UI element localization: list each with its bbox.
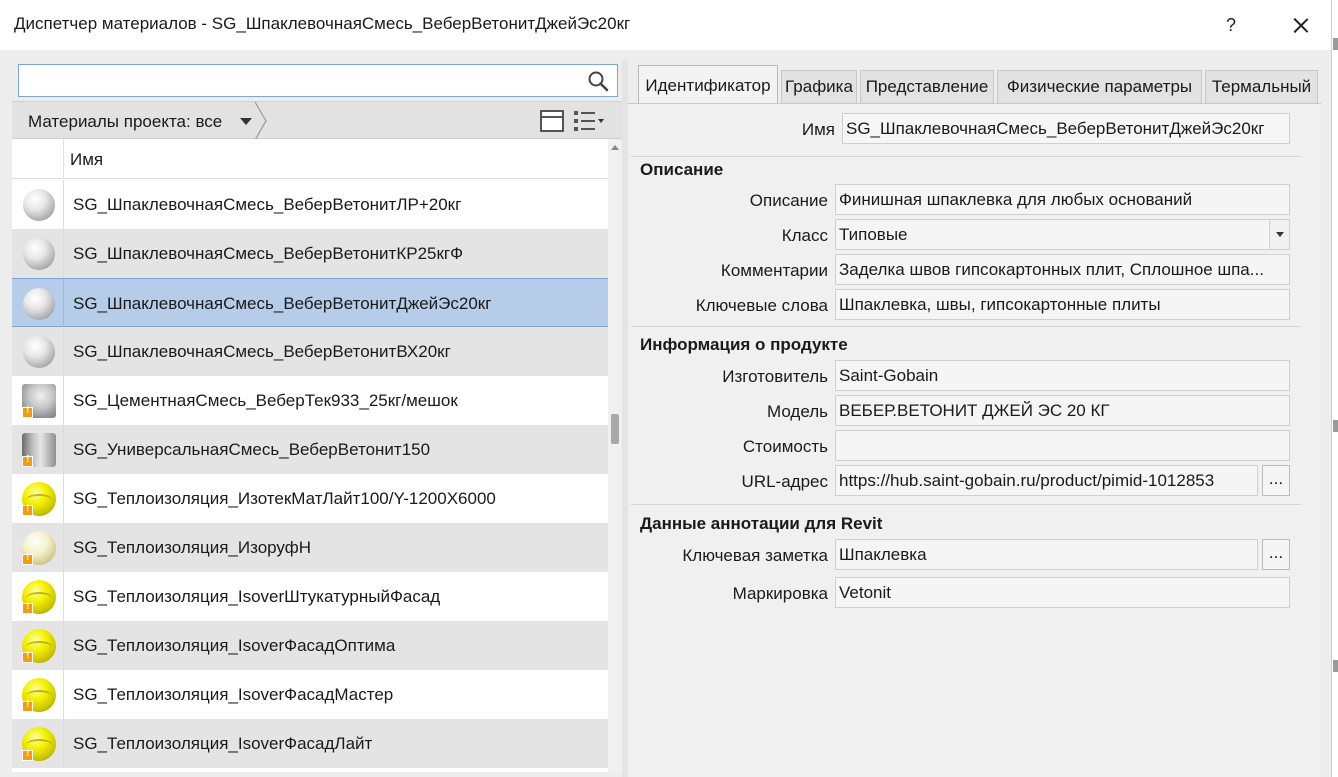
cost-label: Стоимость — [742, 437, 828, 456]
material-thumbnail-icon — [23, 288, 55, 320]
material-row[interactable]: SG_Теплоизоляция_IsoverФасадЛайт — [12, 719, 608, 768]
class-label: Класс — [781, 226, 828, 245]
material-row[interactable]: SG_ШпаклевочнаяСмесь_ВеберВетонитДжейЭс2… — [12, 278, 608, 328]
material-row[interactable]: SG_Теплоизоляция_ИзоруфН — [12, 523, 608, 572]
material-name: SG_ШпаклевочнаяСмесь_ВеберВетонитВХ20кг — [73, 342, 451, 361]
chevron-down-icon[interactable] — [1269, 220, 1289, 249]
model-field[interactable]: ВЕБЕР.ВЕТОНИТ ДЖЕЙ ЭС 20 КГ — [835, 395, 1290, 426]
material-row[interactable]: SG_ШпаклевочнаяСмесь_ВеберВетонитКР25кгФ — [12, 229, 608, 278]
model-label: Модель — [766, 402, 828, 421]
help-button[interactable]: ? — [1218, 8, 1244, 42]
search-icon[interactable] — [587, 70, 609, 92]
manufacturer-field[interactable]: Saint-Gobain — [835, 360, 1290, 391]
material-name: SG_ЦементнаяСмесь_ВеберТек933_25кг/мешок — [73, 391, 458, 410]
material-name: SG_Теплоизоляция_ИзоруфН — [73, 538, 311, 557]
material-row[interactable]: SG_Теплоизоляция_IsoverФасадОптима — [12, 621, 608, 670]
material-row[interactable]: SG_Теплоизоляция_ИзотекМатЛайт100/Y-1200… — [12, 474, 608, 523]
comments-label: Комментарии — [720, 261, 828, 280]
comments-field[interactable]: Заделка швов гипсокартонных плит, Сплошн… — [835, 254, 1290, 285]
material-name: SG_Теплоизоляция_IsoverФасадОптима — [73, 636, 396, 655]
list-view-icon[interactable] — [574, 110, 604, 132]
tab-physical[interactable]: Физические параметры — [997, 70, 1202, 104]
name-field[interactable]: SG_ШпаклевочнаяСмесь_ВеберВетонитДжейЭс2… — [842, 113, 1290, 144]
window-title: Диспетчер материалов - SG_ШпаклевочнаяСм… — [14, 14, 631, 33]
edge-marker — [1333, 660, 1338, 672]
description-label: Описание — [749, 191, 828, 210]
url-label: URL-адрес — [741, 472, 828, 491]
keynote-label: Ключевая заметка — [682, 546, 828, 565]
list-header: Имя — [12, 139, 608, 179]
material-name: SG_ШпаклевочнаяСмесь_ВеберВетонитЛР+20кг — [73, 195, 462, 214]
url-field[interactable]: https://hub.saint-gobain.ru/product/pimi… — [835, 465, 1258, 496]
mark-field[interactable]: Vetonit — [835, 577, 1290, 608]
name-column-header[interactable]: Имя — [70, 150, 103, 170]
title-bar: Диспетчер материалов - SG_ШпаклевочнаяСм… — [0, 0, 1338, 50]
section-divider — [631, 156, 1301, 157]
vertical-scrollbar[interactable] — [608, 139, 622, 772]
edge-marker — [1333, 420, 1338, 432]
filter-bar: Материалы проекта: все — [12, 101, 622, 140]
material-name: SG_ШпаклевочнаяСмесь_ВеберВетонитКР25кгФ — [73, 244, 464, 263]
material-row[interactable]: SG_УниверсальнаяСмесь_ВеберВетонит150 — [12, 425, 608, 474]
material-properties: Идентификатор Графика Представление Физи… — [628, 60, 1321, 777]
name-label: Имя — [801, 120, 835, 139]
warning-icon — [22, 601, 33, 614]
filter-dropdown-icon[interactable] — [240, 118, 252, 125]
tab-thermal[interactable]: Термальный — [1205, 70, 1318, 104]
section-divider — [631, 326, 1301, 327]
manufacturer-label: Изготовитель — [722, 367, 828, 386]
material-row[interactable]: SG_ШпаклевочнаяСмесь_ВеберВетонитВХ20кг — [12, 327, 608, 376]
keynote-field[interactable]: Шпаклевка — [835, 539, 1258, 570]
materials-browser: Материалы проекта: все Имя SG_Шпаклевочн… — [12, 60, 622, 777]
class-value: Типовые — [839, 225, 908, 244]
warning-icon — [22, 748, 33, 761]
keynote-browse-button[interactable]: ... — [1262, 539, 1290, 570]
warning-icon — [22, 454, 33, 467]
warning-icon — [22, 503, 33, 516]
search-input[interactable] — [23, 67, 583, 94]
material-name: SG_Теплоизоляция_IsoverФасадМастер — [73, 685, 394, 704]
warning-icon — [22, 650, 33, 663]
mark-label: Маркировка — [732, 584, 828, 603]
url-browse-button[interactable]: ... — [1262, 465, 1290, 496]
keywords-label: Ключевые слова — [695, 296, 828, 315]
material-row[interactable]: SG_ШпаклевочнаяСмесь_ВеберВетонитЛР+20кг — [12, 180, 608, 229]
search-box — [18, 64, 618, 97]
material-name: SG_Теплоизоляция_ИзотекМатЛайт100/Y-1200… — [73, 489, 496, 508]
keywords-field[interactable]: Шпаклевка, швы, гипсокартонные плиты — [835, 289, 1290, 320]
product-section-title: Информация о продукте — [640, 335, 848, 354]
material-thumbnail-icon — [23, 189, 55, 221]
material-thumbnail-icon — [23, 336, 55, 368]
panel-toggle-icon[interactable] — [540, 110, 564, 132]
background-window-edge — [1331, 0, 1338, 777]
scrollbar-thumb[interactable] — [611, 414, 619, 444]
material-row[interactable]: SG_Теплоизоляция_IsoverФасадМастер — [12, 670, 608, 719]
breadcrumb-chevron-icon[interactable] — [254, 102, 268, 140]
material-row[interactable]: SG_Теплоизоляция_IsoverШтукатурныйФасад — [12, 572, 608, 621]
revit-section-title: Данные аннотации для Revit — [640, 514, 883, 533]
warning-icon — [22, 405, 33, 418]
close-icon[interactable] — [1283, 8, 1319, 42]
project-materials-filter[interactable]: Материалы проекта: все — [28, 112, 222, 132]
description-field[interactable]: Финишная шпаклевка для любых оснований — [835, 184, 1290, 215]
edge-marker — [1333, 38, 1338, 50]
warning-icon — [22, 699, 33, 712]
material-thumbnail-icon — [23, 238, 55, 270]
tab-graphics[interactable]: Графика — [781, 70, 857, 104]
material-row[interactable]: SG_ЦементнаяСмесь_ВеберТек933_25кг/мешок — [12, 376, 608, 425]
tab-identity[interactable]: Идентификатор — [638, 65, 778, 105]
section-divider — [631, 504, 1301, 505]
identity-tab-content: Имя SG_ШпаклевочнаяСмесь_ВеберВетонитДже… — [628, 103, 1321, 777]
scroll-up-icon[interactable] — [611, 145, 619, 150]
material-name: SG_УниверсальнаяСмесь_ВеберВетонит150 — [73, 440, 431, 459]
warning-icon — [22, 552, 33, 565]
tab-appearance[interactable]: Представление — [860, 70, 994, 104]
materials-list: Имя SG_ШпаклевочнаяСмесь_ВеберВетонитЛР+… — [12, 139, 608, 772]
material-name: SG_Теплоизоляция_IsoverФасадЛайт — [73, 734, 373, 753]
material-name: SG_ШпаклевочнаяСмесь_ВеберВетонитДжейЭс2… — [73, 294, 492, 313]
description-section-title: Описание — [640, 160, 724, 179]
cost-field[interactable] — [835, 430, 1290, 461]
class-select[interactable]: Типовые — [835, 219, 1290, 250]
material-name: SG_Теплоизоляция_IsoverШтукатурныйФасад — [73, 587, 441, 606]
